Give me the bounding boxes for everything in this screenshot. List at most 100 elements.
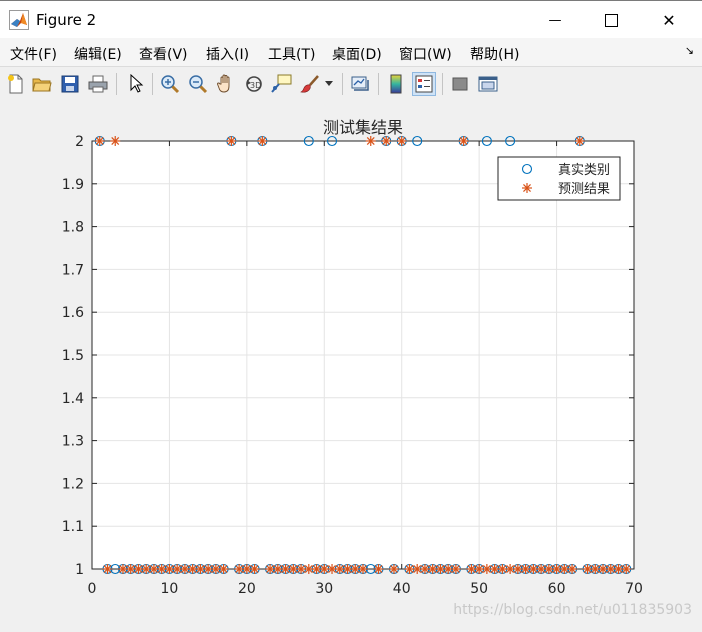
toolbar-separator	[442, 73, 443, 95]
zoom-out-icon	[189, 75, 208, 94]
data-point-2	[94, 136, 105, 146]
y-tick-label: 1.7	[62, 262, 84, 278]
open-file-button[interactable]	[30, 72, 54, 96]
data-cursor-button[interactable]	[270, 72, 294, 96]
new-figure-button[interactable]	[4, 72, 28, 96]
y-tick-label: 1.5	[62, 348, 84, 364]
hide-plot-tools-icon	[452, 77, 468, 91]
y-tick-label: 1.6	[62, 305, 84, 321]
menu-window[interactable]: 窗口(W)	[399, 44, 452, 64]
data-point-2	[365, 136, 376, 146]
x-tick-label: 50	[470, 581, 488, 597]
maximize-icon	[604, 13, 618, 27]
link-plot-icon	[351, 76, 369, 91]
zoom-in-icon	[161, 75, 180, 94]
data-point-2	[388, 564, 399, 574]
window-title: Figure 2	[36, 11, 97, 29]
menu-tools[interactable]: 工具(T)	[268, 44, 315, 64]
save-icon	[61, 75, 79, 93]
legend-icon	[415, 75, 433, 93]
colorbar-icon	[390, 74, 402, 94]
dock-arrow-icon[interactable]: ↘	[685, 44, 694, 57]
brush-dropdown-icon	[325, 81, 333, 86]
brush-button[interactable]	[298, 72, 322, 96]
y-tick-label: 2	[75, 134, 84, 150]
svg-text:3D: 3D	[250, 81, 261, 90]
y-tick-label: 1	[75, 562, 84, 578]
data-point-2	[458, 136, 469, 146]
rotate-3d-icon: 3D	[246, 76, 262, 92]
x-tick-label: 40	[393, 581, 411, 597]
open-file-icon	[32, 78, 52, 92]
x-tick-label: 60	[548, 581, 566, 597]
scatter-chart: 0 10 20 30 40 50 60 70 1 1.1 1.2 1.3 1.4 1.5 1.6 1.7 1.8…	[62, 118, 692, 618]
save-button[interactable]	[58, 72, 82, 96]
legend-label-2: 预测结果	[558, 182, 610, 197]
x-tick-label: 30	[315, 581, 333, 597]
data-point-2	[621, 564, 632, 574]
toolbar-separator	[116, 73, 117, 95]
x-tick-label: 0	[88, 581, 97, 597]
y-tick-label: 1.2	[62, 476, 84, 492]
data-point-2	[102, 564, 113, 574]
pointer-icon	[130, 74, 144, 93]
y-tick-label: 1.1	[62, 519, 84, 535]
zoom-out-button[interactable]	[186, 72, 210, 96]
toolbar-separator	[152, 73, 153, 95]
close-icon: ✕	[662, 10, 676, 30]
insert-colorbar-button[interactable]	[384, 72, 408, 96]
data-point-2	[249, 564, 260, 574]
data-point-2	[396, 136, 407, 146]
print-icon	[88, 75, 108, 93]
y-tick-label: 1.9	[62, 177, 84, 193]
minimize-icon: —	[548, 12, 562, 28]
new-figure-icon	[8, 74, 23, 94]
data-point-2	[110, 136, 121, 146]
menu-desktop[interactable]: 桌面(D)	[332, 44, 382, 64]
data-point-2	[567, 564, 578, 574]
pointer-button[interactable]	[124, 72, 148, 96]
menu-edit[interactable]: 编辑(E)	[74, 44, 122, 64]
minimize-button[interactable]: —	[532, 1, 578, 39]
pan-button[interactable]	[214, 72, 238, 96]
x-tick-label: 10	[161, 581, 179, 597]
x-tick-label: 70	[625, 581, 643, 597]
menu-bar: 文件(F) 编辑(E) 查看(V) 插入(I) 工具(T) 桌面(D) 窗口(W…	[0, 38, 702, 66]
data-cursor-icon	[271, 74, 292, 93]
show-plot-tools-icon	[478, 76, 498, 92]
toolbar-separator	[378, 73, 379, 95]
close-button[interactable]: ✕	[646, 1, 692, 39]
data-point-2	[226, 136, 237, 146]
maximize-button[interactable]	[588, 1, 634, 39]
show-plot-tools-button[interactable]	[476, 72, 500, 96]
menu-file[interactable]: 文件(F)	[10, 44, 57, 64]
y-tick-label: 1.4	[62, 391, 84, 407]
menu-view[interactable]: 查看(V)	[139, 44, 188, 64]
brush-icon	[300, 75, 319, 93]
title-bar: Figure 2 — ✕	[0, 0, 702, 39]
link-plot-button[interactable]	[348, 72, 372, 96]
figure-window: Figure 2 — ✕ 文件(F) 编辑(E) 查看(V) 插入(I) 工具(…	[0, 0, 702, 628]
brush-dropdown-button[interactable]	[322, 72, 336, 96]
menu-insert[interactable]: 插入(I)	[206, 44, 249, 64]
insert-legend-button[interactable]	[412, 72, 436, 96]
pan-hand-icon	[217, 74, 230, 93]
chart-title: 测试集结果	[323, 118, 403, 137]
menu-help[interactable]: 帮助(H)	[470, 44, 519, 64]
toolbar-separator	[342, 73, 343, 95]
data-point-2	[373, 564, 384, 574]
figure-canvas: 0 10 20 30 40 50 60 70 1 1.1 1.2 1.3 1.4 1.5 1.6 1.7 1.8…	[0, 101, 702, 628]
y-tick-label: 1.3	[62, 434, 84, 450]
legend-marker-2	[522, 183, 532, 193]
legend-label-1: 真实类别	[558, 163, 610, 178]
hide-plot-tools-button[interactable]	[448, 72, 472, 96]
y-tick-label: 1.8	[62, 220, 84, 236]
watermark-text: https://blog.csdn.net/u011835903	[453, 602, 692, 618]
data-point-2	[381, 136, 392, 146]
print-button[interactable]	[86, 72, 110, 96]
toolbar: 3D	[0, 66, 702, 102]
zoom-in-button[interactable]	[158, 72, 182, 96]
matlab-logo-icon	[9, 10, 29, 30]
rotate-3d-button[interactable]: 3D	[242, 72, 266, 96]
legend: 真实类别预测结果	[497, 156, 621, 201]
